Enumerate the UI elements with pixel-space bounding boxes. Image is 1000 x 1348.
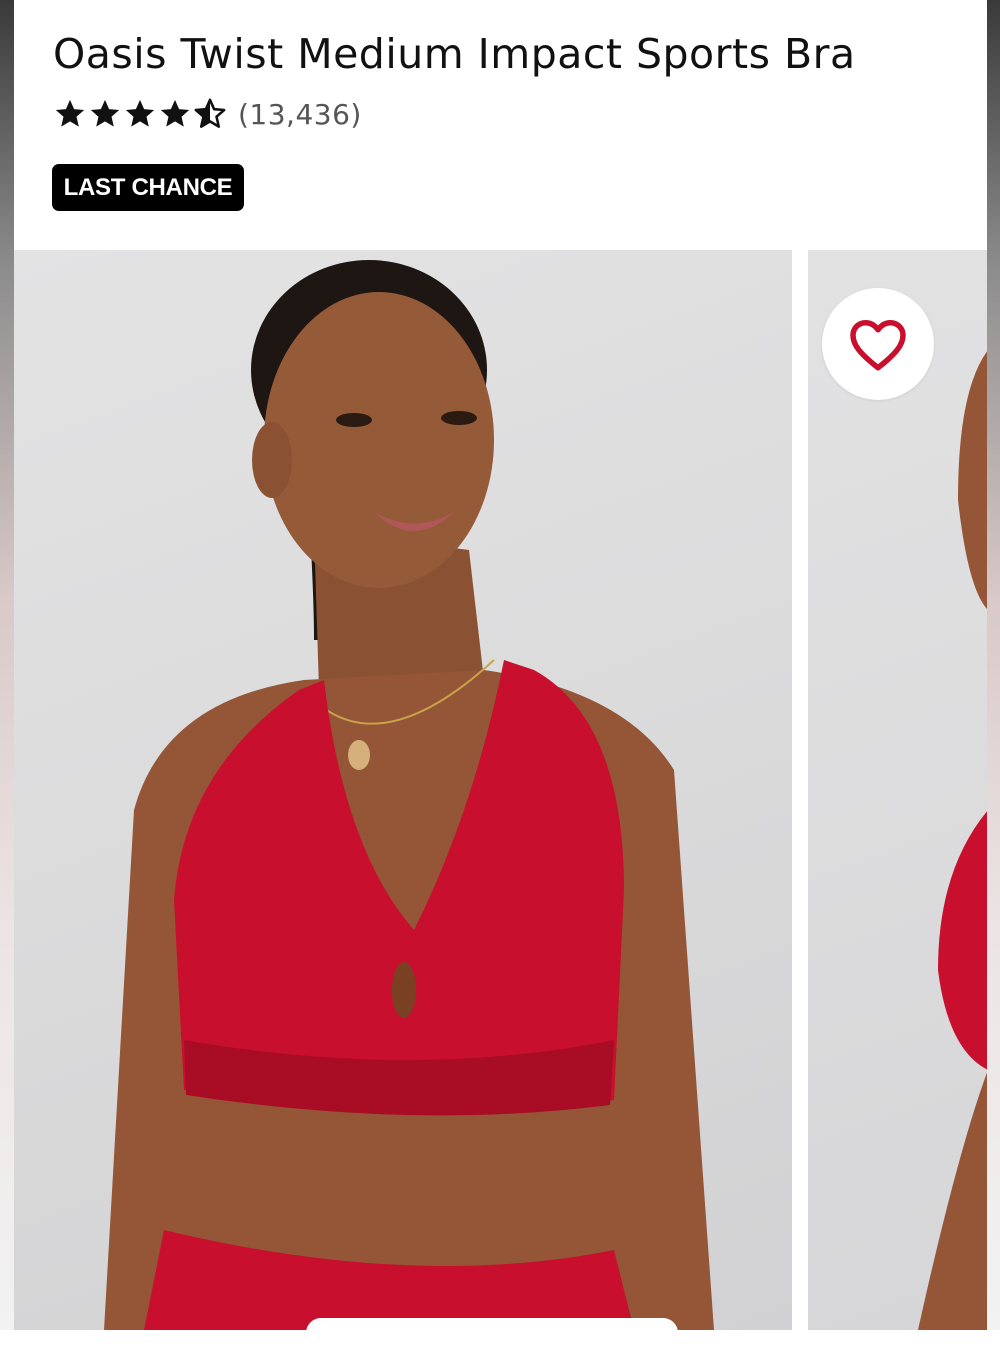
star-rating bbox=[53, 97, 228, 131]
favorite-button[interactable] bbox=[822, 288, 934, 400]
product-title: Oasis Twist Medium Impact Sports Bra bbox=[53, 30, 856, 78]
model-photo-illustration bbox=[104, 260, 714, 1330]
star-half-icon bbox=[194, 98, 226, 128]
product-photo-next[interactable] bbox=[808, 250, 987, 1330]
screen-edge-left bbox=[0, 0, 14, 1330]
product-header: Oasis Twist Medium Impact Sports Bra (13… bbox=[14, 0, 987, 250]
review-count: (13,436) bbox=[238, 97, 362, 131]
star-full-icon bbox=[125, 99, 155, 127]
last-chance-badge: LAST CHANCE bbox=[52, 164, 244, 211]
heart-outline-icon bbox=[850, 320, 906, 371]
screen-edge-right bbox=[987, 0, 1000, 1330]
product-image-carousel[interactable] bbox=[14, 250, 987, 1330]
star-full-icon bbox=[55, 99, 85, 127]
model-photo-peek-illustration bbox=[918, 351, 987, 1330]
rating-summary[interactable]: (13,436) bbox=[53, 96, 362, 132]
star-full-icon bbox=[160, 99, 190, 127]
bottom-action-pill[interactable] bbox=[306, 1318, 678, 1348]
star-full-icon bbox=[90, 99, 120, 127]
product-photo-main[interactable] bbox=[14, 250, 792, 1330]
